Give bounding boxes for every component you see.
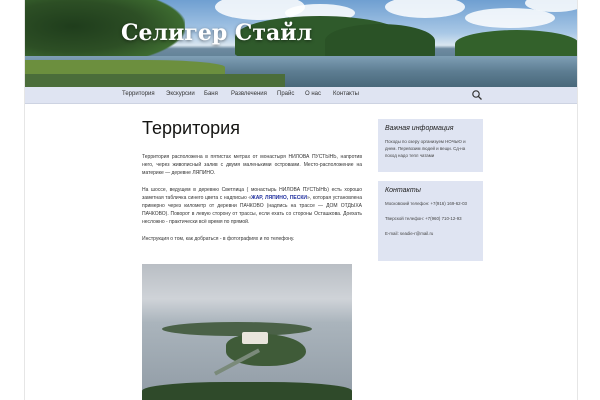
page: Селигер Стайл Территория Экскурсии Баня …	[24, 0, 578, 400]
widget-title-info: Важная информация	[385, 125, 454, 132]
article-paragraph-directions: На шоссе, ведущем в деревню Светлица ( м…	[142, 186, 362, 226]
main-navigation: Территория Экскурсии Баня Развлечения Пр…	[25, 87, 577, 104]
nav-item-about[interactable]: О нас	[305, 91, 321, 97]
lake-monastery-photo	[142, 264, 352, 400]
nav-item-territory[interactable]: Территория	[122, 91, 155, 97]
widget-contacts: Контакты Московский телефон: +7(916) 169…	[378, 181, 483, 261]
page-title: Территория	[142, 118, 240, 138]
article-content: Территория Территория расположена в пяти…	[142, 118, 362, 252]
widget-info-text: Походы по озеру организуем НОЧЬЮ и днем.…	[385, 139, 466, 158]
article-paragraph-instructions: Инструкция о том, как добраться - в фото…	[142, 236, 295, 242]
sign-highlight: ЖАР, ЛЯПИНО, ПЕСКИ	[251, 195, 308, 201]
nav-item-entertainment[interactable]: Развлечения	[231, 91, 267, 97]
nav-item-prices[interactable]: Прайс	[277, 91, 294, 97]
nav-item-excursions[interactable]: Экскурсии	[166, 91, 195, 97]
contact-phone-tver: Тверской телефон: +7(960) 710-12-93	[385, 216, 462, 221]
search-icon[interactable]	[471, 89, 483, 101]
site-title[interactable]: Селигер Стайл	[121, 20, 312, 46]
nav-item-banya[interactable]: Баня	[204, 91, 218, 97]
header-banner[interactable]: Селигер Стайл	[25, 0, 577, 87]
widget-important-info: Важная информация Походы по озеру органи…	[378, 119, 483, 172]
contact-phone-moscow: Московский телефон: +7(916) 169-62-03	[385, 201, 467, 206]
nav-item-contacts[interactable]: Контакты	[333, 91, 359, 97]
widget-title-contacts: Контакты	[385, 187, 421, 194]
article-paragraph: Территория расположена в пятистах метрах…	[142, 154, 362, 176]
contact-email[interactable]: E-mail: seadie-r@mail.ru	[385, 230, 476, 237]
